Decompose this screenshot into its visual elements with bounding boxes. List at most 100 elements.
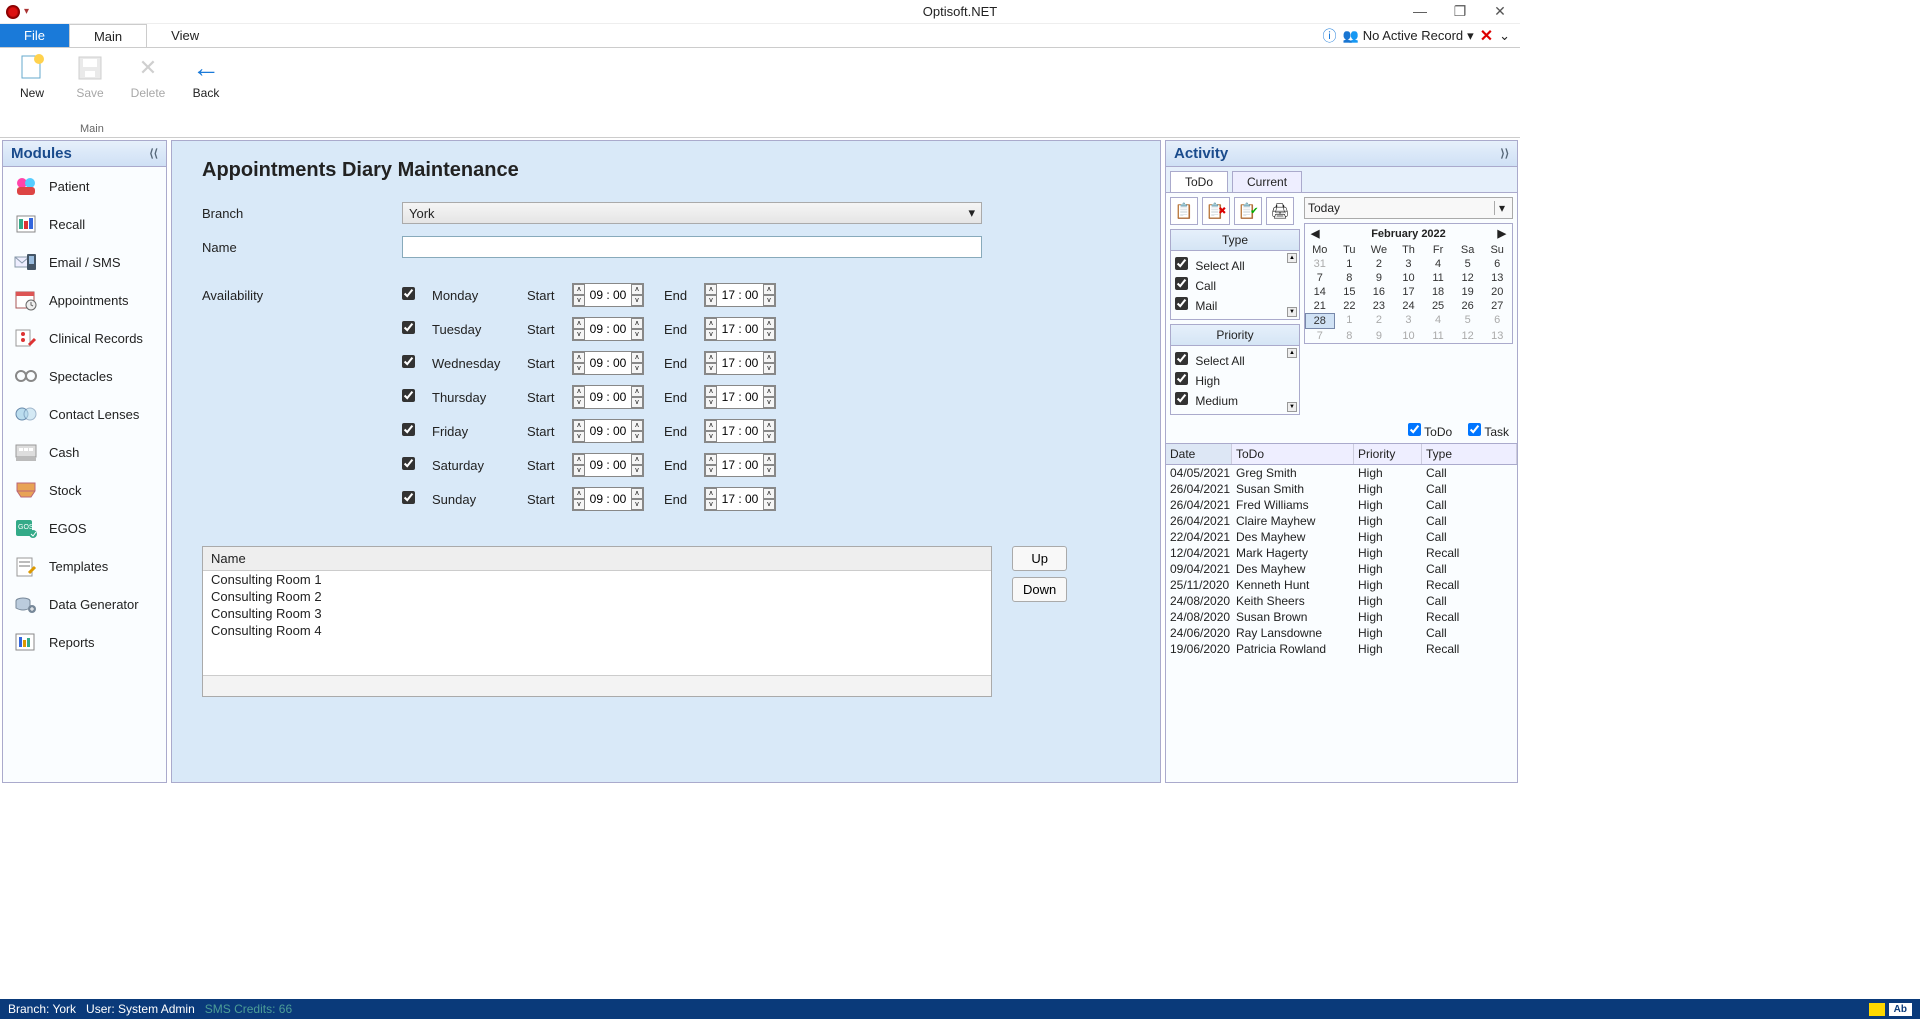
tab-current[interactable]: Current	[1232, 171, 1302, 192]
hour-down-icon[interactable]: v	[573, 465, 585, 476]
calendar-day[interactable]: 10	[1394, 271, 1424, 285]
calendar-day[interactable]: 14	[1305, 285, 1335, 299]
end-time-spinner[interactable]: ʌv ʌv	[704, 351, 776, 375]
tab-main[interactable]: Main	[69, 24, 147, 47]
hour-down-icon[interactable]: v	[573, 363, 585, 374]
sidebar-item-cash[interactable]: Cash	[3, 433, 166, 471]
calendar-day[interactable]: 4	[1423, 257, 1453, 271]
list-item[interactable]: Consulting Room 2	[203, 588, 991, 605]
calendar-day[interactable]: 12	[1453, 329, 1483, 343]
scroll-up-icon[interactable]: ▲	[1287, 348, 1297, 358]
start-time-input[interactable]	[585, 390, 631, 404]
calendar-day[interactable]: 4	[1423, 313, 1453, 329]
table-row[interactable]: 04/05/2021Greg SmithHighCall	[1166, 465, 1517, 481]
min-up-icon[interactable]: ʌ	[631, 284, 643, 295]
calendar-day[interactable]: 18	[1423, 285, 1453, 299]
hour-up-icon[interactable]: ʌ	[705, 454, 717, 465]
min-up-icon[interactable]: ʌ	[763, 284, 775, 295]
sidebar-item-stock[interactable]: Stock	[3, 471, 166, 509]
collapse-activity-icon[interactable]: ⟩⟩	[1500, 147, 1509, 160]
min-up-icon[interactable]: ʌ	[763, 386, 775, 397]
start-time-spinner[interactable]: ʌv ʌv	[572, 351, 644, 375]
sidebar-item-recall[interactable]: Recall	[3, 205, 166, 243]
min-up-icon[interactable]: ʌ	[763, 420, 775, 431]
calendar-day[interactable]: 31	[1305, 257, 1335, 271]
calendar-day[interactable]: 13	[1482, 329, 1512, 343]
help-icon[interactable]: ⓘ	[1323, 26, 1337, 46]
calendar-day[interactable]: 27	[1482, 299, 1512, 313]
calendar-day[interactable]: 11	[1423, 329, 1453, 343]
table-row[interactable]: 26/04/2021Susan SmithHighCall	[1166, 481, 1517, 497]
filter-option[interactable]: Call	[1175, 275, 1295, 295]
start-time-input[interactable]	[585, 322, 631, 336]
calendar-day[interactable]: 12	[1453, 271, 1483, 285]
end-time-spinner[interactable]: ʌv ʌv	[704, 453, 776, 477]
sidebar-item-contact-lenses[interactable]: Contact Lenses	[3, 395, 166, 433]
sidebar-item-egos[interactable]: GOSEGOS	[3, 509, 166, 547]
scroll-up-icon[interactable]: ▲	[1287, 253, 1297, 263]
end-time-spinner[interactable]: ʌv ʌv	[704, 385, 776, 409]
calendar-day[interactable]: 11	[1423, 271, 1453, 285]
table-row[interactable]: 26/04/2021Fred WilliamsHighCall	[1166, 497, 1517, 513]
filter-option[interactable]: Mail	[1175, 295, 1295, 315]
min-up-icon[interactable]: ʌ	[631, 420, 643, 431]
end-time-input[interactable]	[717, 356, 763, 370]
hour-up-icon[interactable]: ʌ	[705, 488, 717, 499]
hour-down-icon[interactable]: v	[705, 465, 717, 476]
table-row[interactable]: 24/06/2020Ray LansdowneHighCall	[1166, 625, 1517, 641]
col-priority[interactable]: Priority	[1354, 444, 1422, 464]
hour-up-icon[interactable]: ʌ	[573, 454, 585, 465]
table-row[interactable]: 22/04/2021Des MayhewHighCall	[1166, 529, 1517, 545]
calendar-day[interactable]: 5	[1453, 313, 1483, 329]
calendar-day[interactable]: 1	[1335, 313, 1365, 329]
sidebar-item-email-sms[interactable]: Email / SMS	[3, 243, 166, 281]
calendar-day[interactable]: 9	[1364, 329, 1394, 343]
day-checkbox[interactable]	[402, 423, 415, 436]
day-checkbox[interactable]	[402, 457, 415, 470]
calendar[interactable]: ◀ February 2022 ▶ MoTuWeThFrSaSu31123456…	[1304, 223, 1513, 344]
sidebar-item-appointments[interactable]: Appointments	[3, 281, 166, 319]
calendar-day[interactable]: 15	[1335, 285, 1365, 299]
list-item[interactable]: Consulting Room 3	[203, 605, 991, 622]
filter-option[interactable]: High	[1175, 370, 1295, 390]
table-row[interactable]: 25/11/2020Kenneth HuntHighRecall	[1166, 577, 1517, 593]
min-up-icon[interactable]: ʌ	[631, 488, 643, 499]
day-checkbox[interactable]	[402, 321, 415, 334]
today-button[interactable]: Today ▾	[1304, 197, 1513, 219]
list-item[interactable]: Consulting Room 1	[203, 571, 991, 588]
down-button[interactable]: Down	[1012, 577, 1067, 602]
calendar-day[interactable]: 28	[1305, 313, 1335, 329]
min-up-icon[interactable]: ʌ	[631, 454, 643, 465]
scroll-down-icon[interactable]: ▼	[1287, 402, 1297, 412]
start-time-input[interactable]	[585, 424, 631, 438]
calendar-day[interactable]: 3	[1394, 257, 1424, 271]
hour-down-icon[interactable]: v	[573, 499, 585, 510]
todo-flag[interactable]: ToDo	[1408, 423, 1452, 439]
up-button[interactable]: Up	[1012, 546, 1067, 571]
sidebar-item-spectacles[interactable]: Spectacles	[3, 357, 166, 395]
next-month-icon[interactable]: ▶	[1498, 227, 1506, 240]
sidebar-item-patient[interactable]: Patient	[3, 167, 166, 205]
tab-todo[interactable]: ToDo	[1170, 171, 1228, 192]
list-item[interactable]: Consulting Room 4	[203, 622, 991, 639]
min-down-icon[interactable]: v	[631, 329, 643, 340]
day-checkbox[interactable]	[402, 355, 415, 368]
expand-icon[interactable]: ⌄	[1499, 28, 1510, 44]
col-type[interactable]: Type	[1422, 444, 1517, 464]
calendar-day[interactable]: 7	[1305, 329, 1335, 343]
name-input[interactable]	[402, 236, 982, 258]
end-time-input[interactable]	[717, 322, 763, 336]
hour-down-icon[interactable]: v	[705, 329, 717, 340]
start-time-input[interactable]	[585, 458, 631, 472]
min-down-icon[interactable]: v	[763, 465, 775, 476]
table-row[interactable]: 26/04/2021Claire MayhewHighCall	[1166, 513, 1517, 529]
calendar-day[interactable]: 8	[1335, 329, 1365, 343]
active-record[interactable]: 👥 No Active Record ▾	[1343, 28, 1474, 44]
calendar-day[interactable]: 16	[1364, 285, 1394, 299]
min-down-icon[interactable]: v	[631, 431, 643, 442]
calendar-day[interactable]: 7	[1305, 271, 1335, 285]
filter-option[interactable]: Select All	[1175, 255, 1295, 275]
collapse-modules-icon[interactable]: ⟨⟨	[149, 147, 158, 160]
day-checkbox[interactable]	[402, 287, 415, 300]
min-down-icon[interactable]: v	[763, 431, 775, 442]
